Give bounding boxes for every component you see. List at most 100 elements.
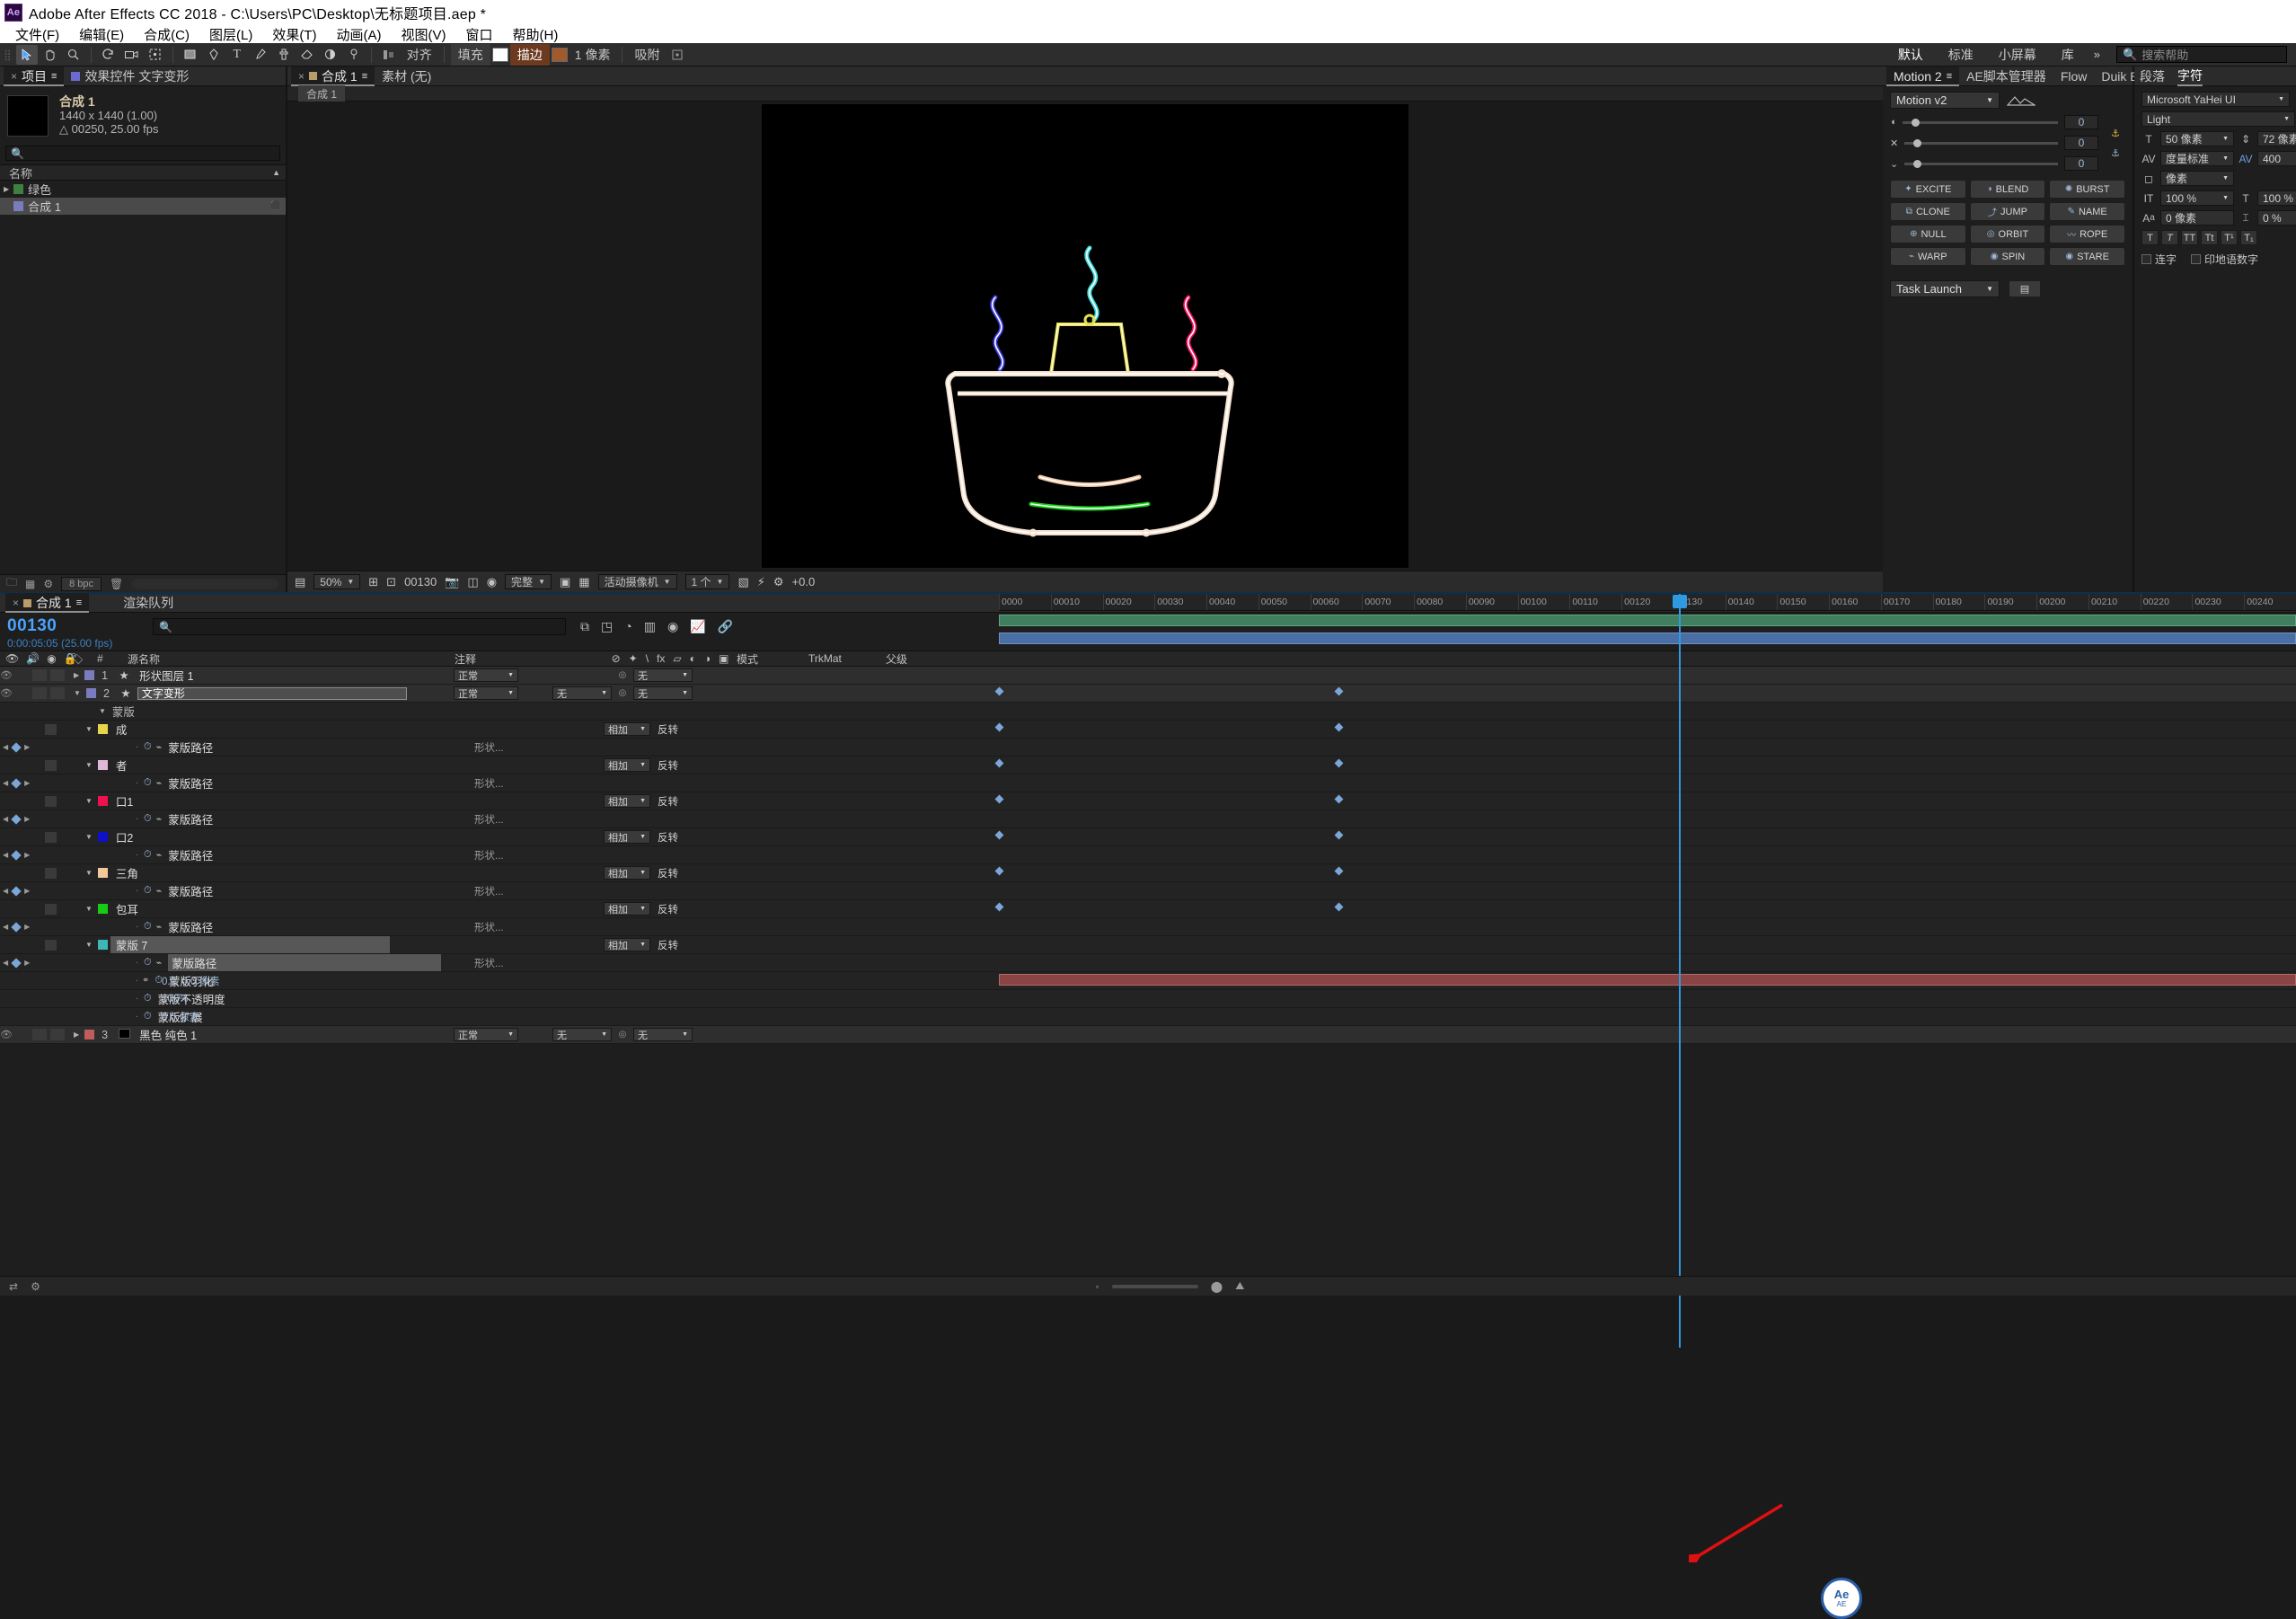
- ligature-checkbox-row[interactable]: 连字: [2141, 252, 2177, 267]
- close-icon[interactable]: ×: [11, 70, 17, 83]
- mask-mode-dropdown[interactable]: 相加 ▼: [604, 938, 650, 951]
- prop-name[interactable]: 蒙版路径: [168, 954, 442, 971]
- rotation-tool-icon[interactable]: [98, 45, 119, 65]
- slider-1-track[interactable]: [1902, 118, 2058, 127]
- layer-trkmat-dropdown[interactable]: 无 ▼: [552, 686, 612, 700]
- stroke-width-value[interactable]: 1 像素: [570, 46, 616, 64]
- mask-lock-toggle[interactable]: [45, 831, 57, 843]
- timeline-layer-bar[interactable]: [999, 633, 2296, 644]
- small-caps-button[interactable]: Tt: [2201, 230, 2218, 245]
- pen-tool-icon[interactable]: [203, 45, 225, 65]
- tab-ae-script-manager[interactable]: AE脚本管理器: [1959, 66, 2053, 86]
- keyframe-marker[interactable]: [1334, 902, 1344, 912]
- menu-item-composition[interactable]: 合成(C): [134, 25, 199, 44]
- tab-paragraph[interactable]: 段落: [2140, 67, 2165, 85]
- next-keyframe-icon[interactable]: ▶: [24, 923, 30, 931]
- menu-item-edit[interactable]: 编辑(E): [69, 25, 134, 44]
- close-icon[interactable]: ×: [298, 70, 305, 83]
- blend-button[interactable]: ◑ BLEND: [1969, 180, 2046, 199]
- pixel-aspect-icon[interactable]: ▧: [737, 575, 748, 589]
- tab-footage[interactable]: 素材 (无): [375, 66, 438, 86]
- prop-value[interactable]: 0.0, 0.0 像素: [162, 974, 220, 988]
- prev-keyframe-icon[interactable]: ◀: [3, 851, 8, 859]
- prop-value[interactable]: 0.0 像素: [162, 1010, 199, 1024]
- layer-name-input[interactable]: 文字变形: [137, 686, 407, 700]
- keyframe-toggle-icon[interactable]: [11, 741, 22, 753]
- menu-item-animation[interactable]: 动画(A): [326, 25, 391, 44]
- solo-icon[interactable]: ◉: [47, 652, 56, 665]
- comp-flowchart-icon[interactable]: ⛰: [1235, 1279, 1244, 1293]
- text-tool-icon[interactable]: T: [226, 45, 248, 65]
- channel-icon[interactable]: ◉: [487, 575, 497, 589]
- camera-view-dropdown[interactable]: 活动摄像机 ▼: [597, 574, 677, 589]
- prop-value[interactable]: 形状...: [474, 812, 504, 827]
- hide-shy-layers-icon[interactable]: ◔: [624, 619, 631, 634]
- comp-toggle-icon[interactable]: ▤: [295, 575, 305, 589]
- stopwatch-icon[interactable]: ⏱: [144, 993, 152, 1004]
- tsume-field[interactable]: 0 %: [2257, 210, 2296, 226]
- layer-solo-toggle[interactable]: [32, 687, 47, 699]
- mask-name[interactable]: 包耳: [110, 900, 138, 917]
- mask-lock-toggle[interactable]: [45, 795, 57, 807]
- next-keyframe-icon[interactable]: ▶: [24, 815, 30, 823]
- stare-button[interactable]: ◉ STARE: [2049, 247, 2125, 266]
- menu-item-help[interactable]: 帮助(H): [503, 25, 569, 44]
- layer-expand-arrow-icon[interactable]: ▼: [74, 689, 81, 697]
- graph-editor-set-icon[interactable]: ⌁: [156, 849, 163, 861]
- motion-blur-icon[interactable]: ◉: [667, 619, 678, 634]
- graph-editor-icon[interactable]: 📈: [690, 619, 705, 634]
- timeline-search-input[interactable]: 🔍: [153, 618, 566, 635]
- next-keyframe-icon[interactable]: ▶: [24, 959, 30, 967]
- project-col-name[interactable]: 名称: [9, 164, 32, 181]
- adjustment-switch-icon[interactable]: ◑: [704, 652, 711, 665]
- zoom-tool-icon[interactable]: [63, 45, 84, 65]
- mask-name[interactable]: 蒙版 7: [110, 936, 391, 953]
- slider-3-knob[interactable]: [1913, 159, 1922, 168]
- mask-color-swatch[interactable]: [97, 904, 108, 914]
- layer-trkmat-dropdown[interactable]: 无 ▼: [552, 1028, 612, 1041]
- align-icon[interactable]: [378, 45, 400, 65]
- baseline-shift-field[interactable]: 0 像素: [2160, 210, 2234, 226]
- stopwatch-icon[interactable]: ⏱: [144, 1011, 152, 1022]
- mask-mode-dropdown[interactable]: 相加 ▼: [604, 758, 650, 772]
- anchor-bottom-icon[interactable]: ⚓: [2111, 147, 2120, 159]
- mask-expand-arrow-icon[interactable]: ▼: [85, 869, 93, 877]
- hindi-digits-checkbox-row[interactable]: 印地语数字: [2191, 252, 2258, 267]
- shy-switch-icon[interactable]: ⊘: [612, 652, 621, 665]
- next-keyframe-icon[interactable]: ▶: [24, 779, 30, 787]
- region-of-interest-icon[interactable]: ▣: [560, 575, 570, 589]
- keyframe-toggle-icon[interactable]: [11, 849, 22, 861]
- mask-invert-label[interactable]: 反转: [658, 794, 678, 809]
- effects-switch-icon[interactable]: fx: [657, 652, 665, 665]
- font-size-field[interactable]: 50 像素 ▼: [2160, 131, 2234, 146]
- sort-arrow-icon[interactable]: ▲: [272, 168, 280, 177]
- tab-project[interactable]: × 项目 ≡: [4, 66, 65, 86]
- prev-keyframe-icon[interactable]: ◀: [3, 959, 8, 967]
- project-search-input[interactable]: 🔍: [5, 146, 280, 161]
- trkmat-header[interactable]: TrkMat: [799, 650, 866, 667]
- prop-value[interactable]: 形状...: [474, 884, 504, 898]
- warp-button[interactable]: ⌁ WARP: [1890, 247, 1966, 266]
- parent-pickwhip-icon[interactable]: ◎: [615, 688, 630, 698]
- zoom-out-icon[interactable]: ◦: [1096, 1280, 1099, 1293]
- fill-color-swatch[interactable]: [491, 47, 508, 62]
- layer-expand-arrow-icon[interactable]: ▶: [74, 1031, 79, 1039]
- puppet-pin-tool-icon[interactable]: [343, 45, 365, 65]
- layer-name[interactable]: 黑色 纯色 1: [136, 1026, 197, 1043]
- mask-lock-toggle[interactable]: [45, 759, 57, 771]
- font-family-dropdown[interactable]: Microsoft YaHei UI ▼: [2141, 92, 2290, 107]
- mask-invert-label[interactable]: 反转: [658, 758, 678, 773]
- camera-tool-icon[interactable]: [121, 45, 143, 65]
- brush-tool-icon[interactable]: [250, 45, 271, 65]
- tab-character[interactable]: 字符: [2177, 66, 2203, 86]
- layer-video-toggle[interactable]: 👁: [0, 669, 13, 681]
- ligature-checkbox[interactable]: [2141, 254, 2151, 264]
- prev-keyframe-icon[interactable]: ◀: [3, 923, 8, 931]
- composition-stage[interactable]: [287, 102, 1883, 571]
- prev-keyframe-icon[interactable]: ◀: [3, 779, 8, 787]
- mask-name[interactable]: 口2: [110, 828, 133, 845]
- prop-value[interactable]: 形状...: [474, 920, 504, 934]
- group-name[interactable]: 蒙版: [106, 703, 135, 720]
- comment-header[interactable]: 注释: [455, 650, 616, 667]
- zoom-level-dropdown[interactable]: 50% ▼: [313, 574, 361, 589]
